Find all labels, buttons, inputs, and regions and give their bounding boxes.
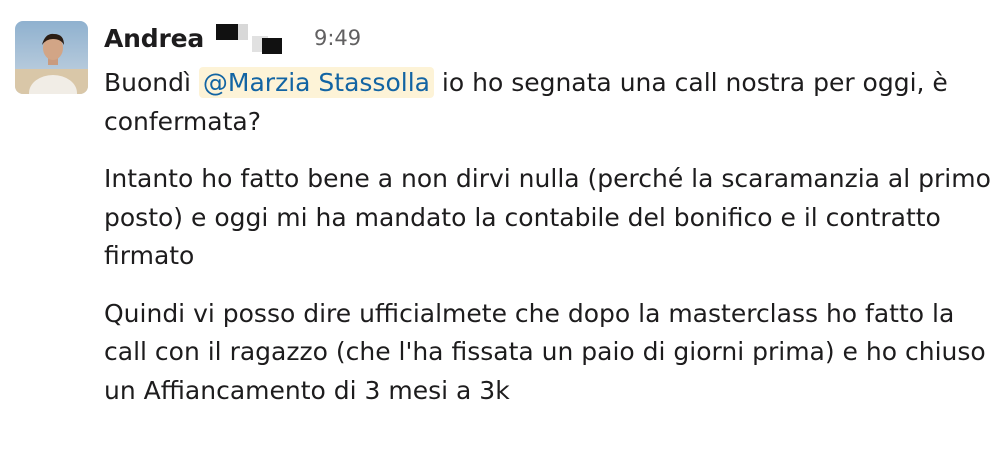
- redaction-mark: [204, 20, 296, 56]
- chat-message: Andrea 9:49 Buondì @Marzia Stassolla io …: [0, 0, 1000, 456]
- message-paragraph-3: Quindi vi posso dire ufficialmete che do…: [104, 298, 986, 405]
- p1-before-text: Buondì: [104, 68, 199, 97]
- message-paragraph-2: Intanto ho fatto bene a non dirvi nulla …: [104, 164, 991, 270]
- message-timestamp[interactable]: 9:49: [314, 26, 361, 50]
- avatar-photo: [15, 21, 88, 94]
- message-header: Andrea 9:49: [104, 20, 361, 56]
- user-mention[interactable]: @Marzia Stassolla: [198, 67, 434, 98]
- author-name[interactable]: Andrea: [104, 24, 204, 53]
- message-body: Buondì @Marzia Stassolla io ho segnata u…: [104, 64, 994, 429]
- avatar[interactable]: [15, 21, 88, 94]
- message-paragraph-1: Buondì @Marzia Stassolla io ho segnata u…: [104, 64, 994, 141]
